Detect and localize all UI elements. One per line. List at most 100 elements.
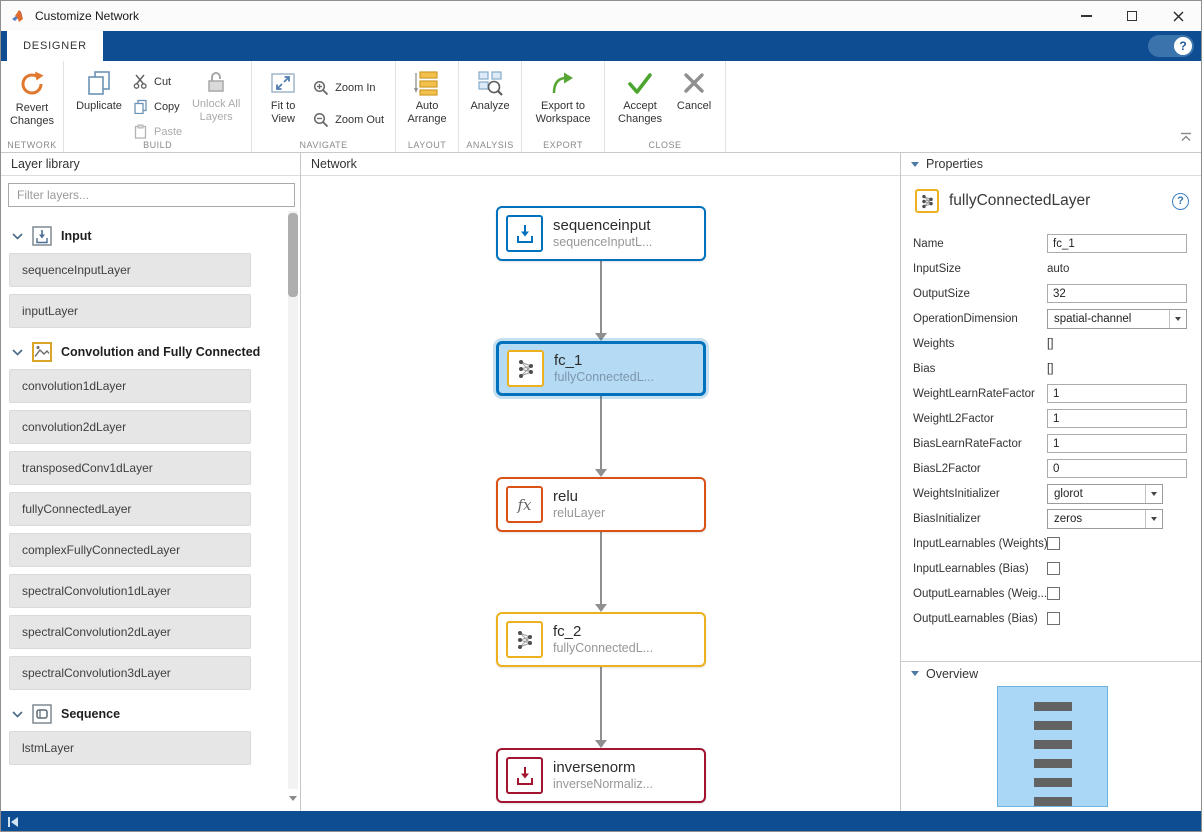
toolbar-group-navigate: Fit to View Zoom In Zoom Out NAVIGATE <box>252 61 396 152</box>
library-item-spectralconvolution3dlayer[interactable]: spectralConvolution3dLayer <box>9 656 251 690</box>
layer-type-title: fullyConnectedLayer <box>949 192 1090 210</box>
inputlearnables-weights-checkbox[interactable] <box>1047 537 1060 550</box>
node-title: sequenceinput <box>553 217 652 236</box>
toolbar-group-layout: Auto Arrange LAYOUT <box>396 61 459 152</box>
copy-button[interactable]: Copy <box>128 95 187 118</box>
weightlearnratefactor-field[interactable] <box>1047 384 1187 403</box>
operation-dimension-select[interactable]: spatial-channel <box>1047 309 1187 329</box>
convolution-section-icon <box>32 342 52 362</box>
node-inversenorm[interactable]: inversenorm inverseNormaliz... <box>496 748 706 803</box>
help-button[interactable]: ? <box>1148 35 1194 57</box>
section-input-header[interactable]: Input <box>1 219 284 253</box>
sequence-section-icon <box>32 704 52 724</box>
property-row-outputsize: OutputSize <box>901 281 1202 306</box>
maximize-icon <box>1127 11 1137 21</box>
overview-header[interactable]: Overview <box>901 661 1202 686</box>
edge-relu-fc2 <box>600 532 602 604</box>
library-item-convolution1dlayer[interactable]: convolution1dLayer <box>9 369 251 403</box>
section-convolution: Convolution and Fully Connected convolut… <box>1 335 284 690</box>
outputlearnables-weights-checkbox[interactable] <box>1047 587 1060 600</box>
filter-layers-input[interactable] <box>8 183 295 207</box>
name-field[interactable] <box>1047 234 1187 253</box>
library-item-convolution2dlayer[interactable]: convolution2dLayer <box>9 410 251 444</box>
toolbar-group-close: Accept Changes Cancel CLOSE <box>605 61 726 152</box>
close-button[interactable] <box>1155 1 1201 31</box>
library-item-lstmlayer[interactable]: lstmLayer <box>9 731 251 765</box>
layer-help-button[interactable]: ? <box>1172 193 1189 210</box>
input-section-icon <box>32 226 52 246</box>
library-item-inputlayer[interactable]: inputLayer <box>9 294 251 328</box>
group-label-layout: LAYOUT <box>396 140 458 150</box>
edge-fc1-relu <box>600 396 602 469</box>
weightsinitializer-select[interactable]: glorot <box>1047 484 1163 504</box>
zoom-out-icon <box>313 112 329 128</box>
properties-header[interactable]: Properties <box>901 153 1202 176</box>
minimize-button[interactable] <box>1063 1 1109 31</box>
minimap-node <box>1034 759 1072 768</box>
property-row-biasinitializer: BiasInitializer zeros <box>901 506 1202 531</box>
cut-button[interactable]: Cut <box>128 70 187 93</box>
node-title: fc_1 <box>554 352 654 371</box>
maximize-button[interactable] <box>1109 1 1155 31</box>
unlock-all-layers-button[interactable]: Unlock All Layers <box>187 66 245 124</box>
fit-to-view-button[interactable]: Fit to View <box>258 66 308 126</box>
paste-icon <box>133 124 148 139</box>
library-item-spectralconvolution1dlayer[interactable]: spectralConvolution1dLayer <box>9 574 251 608</box>
outputsize-field[interactable] <box>1047 284 1187 303</box>
library-item-spectralconvolution2dlayer[interactable]: spectralConvolution2dLayer <box>9 615 251 649</box>
edge-arrowhead <box>595 740 607 748</box>
matlab-logo-icon <box>11 8 27 24</box>
titlebar: Customize Network <box>1 1 1201 31</box>
cancel-button[interactable]: Cancel <box>669 66 719 113</box>
node-fc-2[interactable]: fc_2 fullyConnectedL... <box>496 612 706 667</box>
analyze-button[interactable]: Analyze <box>465 66 515 113</box>
library-item-complexfullyconnectedlayer[interactable]: complexFullyConnectedLayer <box>9 533 251 567</box>
toolbar-group-build: Duplicate Cut Copy <box>64 61 252 152</box>
collapse-toolstrip-button[interactable] <box>1180 132 1192 142</box>
close-icon <box>1173 11 1184 22</box>
node-relu[interactable]: fx relu reluLayer <box>496 477 706 532</box>
node-sequenceinput[interactable]: sequenceinput sequenceInputL... <box>496 206 706 261</box>
skip-to-start-icon[interactable] <box>6 815 20 829</box>
window-title: Customize Network <box>35 9 139 23</box>
biasinitializer-select[interactable]: zeros <box>1047 509 1163 529</box>
section-convolution-header[interactable]: Convolution and Fully Connected <box>1 335 284 369</box>
minimap-viewport[interactable] <box>997 686 1108 807</box>
library-item-transposedconv1dlayer[interactable]: transposedConv1dLayer <box>9 451 251 485</box>
toolstrip-tabrow: DESIGNER ? <box>1 31 1201 61</box>
outputlearnables-bias-checkbox[interactable] <box>1047 612 1060 625</box>
revert-changes-button[interactable]: Revert Changes <box>7 66 57 128</box>
library-scroll-down-button[interactable] <box>288 793 298 803</box>
biasl2factor-field[interactable] <box>1047 459 1187 478</box>
library-scrollbar-track[interactable] <box>288 211 298 789</box>
duplicate-icon <box>85 69 113 97</box>
section-sequence: Sequence lstmLayer <box>1 697 284 765</box>
network-canvas[interactable]: sequenceinput sequenceInputL... fc_1 ful… <box>301 176 900 811</box>
section-sequence-header[interactable]: Sequence <box>1 697 284 731</box>
overview-title: Overview <box>926 667 978 681</box>
export-icon <box>549 69 577 97</box>
inputsize-value: auto <box>1047 263 1069 275</box>
property-row-inputlearnables-weights: InputLearnables (Weights) <box>901 531 1202 556</box>
toolbar-group-network: Revert Changes NETWORK <box>1 61 64 152</box>
zoom-out-button[interactable]: Zoom Out <box>308 108 389 131</box>
relu-layer-icon: fx <box>506 486 543 523</box>
biaslearnratefactor-field[interactable] <box>1047 434 1187 453</box>
analyze-icon <box>476 69 504 97</box>
tab-designer[interactable]: DESIGNER <box>7 31 103 61</box>
property-row-operationdimension: OperationDimension spatial-channel <box>901 306 1202 331</box>
duplicate-button[interactable]: Duplicate <box>70 66 128 113</box>
node-fc-1[interactable]: fc_1 fullyConnectedL... <box>496 341 706 396</box>
zoom-in-button[interactable]: Zoom In <box>308 76 389 99</box>
library-item-sequenceinputlayer[interactable]: sequenceInputLayer <box>9 253 251 287</box>
accept-changes-button[interactable]: Accept Changes <box>611 66 669 126</box>
inputlearnables-bias-checkbox[interactable] <box>1047 562 1060 575</box>
library-scrollbar-thumb[interactable] <box>288 213 298 297</box>
auto-arrange-button[interactable]: Auto Arrange <box>402 66 452 126</box>
library-item-fullyconnectedlayer[interactable]: fullyConnectedLayer <box>9 492 251 526</box>
property-row-biasl2factor: BiasL2Factor <box>901 456 1202 481</box>
export-to-workspace-button[interactable]: Export to Workspace <box>528 66 598 126</box>
property-row-bias: Bias [] <box>901 356 1202 381</box>
overview-minimap[interactable] <box>901 686 1202 811</box>
weightl2factor-field[interactable] <box>1047 409 1187 428</box>
